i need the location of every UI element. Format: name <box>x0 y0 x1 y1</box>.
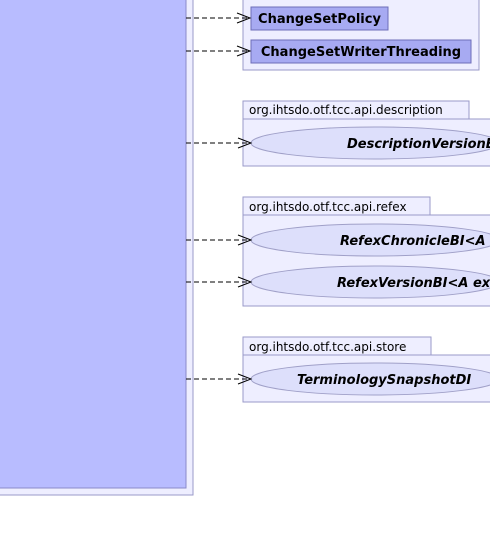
main-class-body[interactable] <box>0 0 187 489</box>
class-changesetwriterthreading-label: ChangeSetWriterThreading <box>261 45 461 60</box>
dependency-arrow <box>186 234 253 246</box>
uml-diagram: ChangeSetPolicy ChangeSetWriterThreading… <box>0 0 490 496</box>
interface-terminologysnapshotdi-label: TerminologySnapshotDI <box>297 373 471 388</box>
dependency-arrow <box>186 373 253 385</box>
interface-refexchroniclebi[interactable]: RefexChronicleBI<A <box>250 223 490 257</box>
interface-refexversionbi-label: RefexVersionBI<A ex <box>337 276 490 291</box>
dependency-arrows <box>186 12 253 385</box>
dependency-arrow <box>186 276 253 288</box>
dependency-arrow <box>186 12 252 24</box>
package-store-name: org.ihtsdo.otf.tcc.api.store <box>249 340 406 354</box>
interface-terminologysnapshotdi[interactable]: TerminologySnapshotDI <box>250 362 490 396</box>
package-description-name: org.ihtsdo.otf.tcc.api.description <box>249 103 443 117</box>
dependency-arrow <box>186 45 252 57</box>
dependency-arrow <box>186 137 253 149</box>
interface-descriptionversionbi[interactable]: DescriptionVersionBI <box>250 126 490 160</box>
package-refex-name: org.ihtsdo.otf.tcc.api.refex <box>249 200 407 214</box>
interface-refexversionbi[interactable]: RefexVersionBI<A ex <box>250 265 490 299</box>
interface-descriptionversionbi-label: DescriptionVersionBI <box>347 137 490 152</box>
class-changesetwriterthreading[interactable]: ChangeSetWriterThreading <box>250 39 472 64</box>
class-changesetpolicy-label: ChangeSetPolicy <box>258 12 381 27</box>
class-changesetpolicy[interactable]: ChangeSetPolicy <box>250 6 389 31</box>
interface-refexchroniclebi-label: RefexChronicleBI<A <box>340 234 486 249</box>
